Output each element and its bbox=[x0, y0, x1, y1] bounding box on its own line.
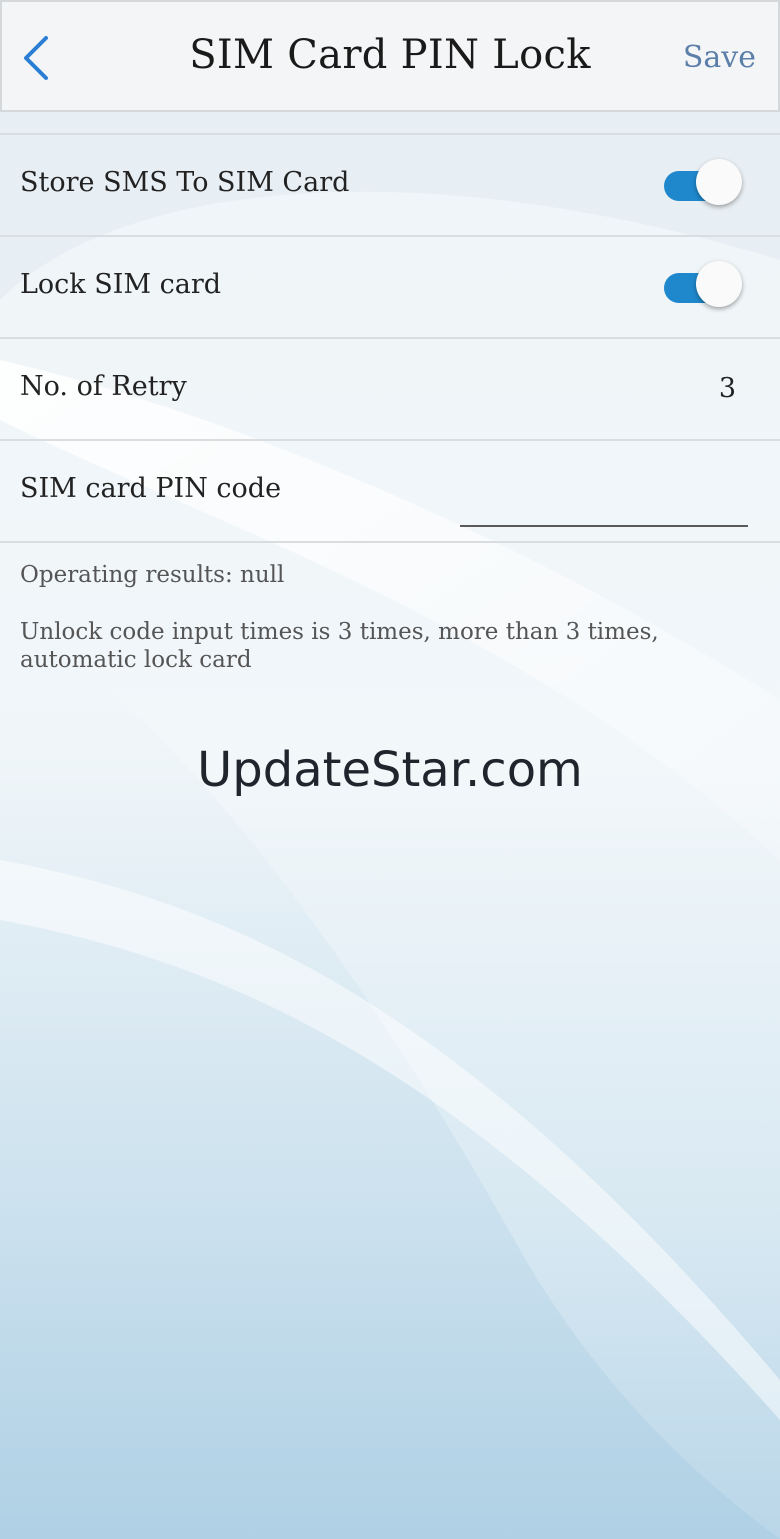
toggle-knob bbox=[696, 159, 742, 205]
store-sms-label: Store SMS To SIM Card bbox=[20, 167, 350, 198]
lock-sim-toggle[interactable] bbox=[662, 261, 748, 311]
page-title: SIM Card PIN Lock bbox=[189, 32, 591, 78]
settings-list: Store SMS To SIM Card Lock SIM card No. … bbox=[0, 133, 780, 543]
store-sms-row: Store SMS To SIM Card bbox=[0, 133, 780, 235]
lock-sim-row: Lock SIM card bbox=[0, 235, 780, 337]
pin-code-row: SIM card PIN code bbox=[0, 439, 780, 543]
pin-code-label: SIM card PIN code bbox=[20, 473, 282, 504]
toggle-knob bbox=[696, 261, 742, 307]
app-header: SIM Card PIN Lock Save bbox=[0, 0, 780, 112]
retry-value: 3 bbox=[718, 373, 736, 404]
retry-label: No. of Retry bbox=[20, 371, 187, 402]
save-button[interactable]: Save bbox=[683, 40, 756, 75]
retry-row: No. of Retry 3 bbox=[0, 337, 780, 439]
pin-code-input[interactable] bbox=[460, 481, 748, 527]
unlock-note-text: Unlock code input times is 3 times, more… bbox=[20, 619, 659, 673]
watermark-text: UpdateStar.com bbox=[197, 742, 583, 798]
store-sms-toggle[interactable] bbox=[662, 159, 748, 209]
info-section: Operating results: null Unlock code inpu… bbox=[20, 562, 765, 674]
lock-sim-label: Lock SIM card bbox=[20, 269, 222, 300]
operating-results-text: Operating results: null bbox=[20, 562, 285, 588]
